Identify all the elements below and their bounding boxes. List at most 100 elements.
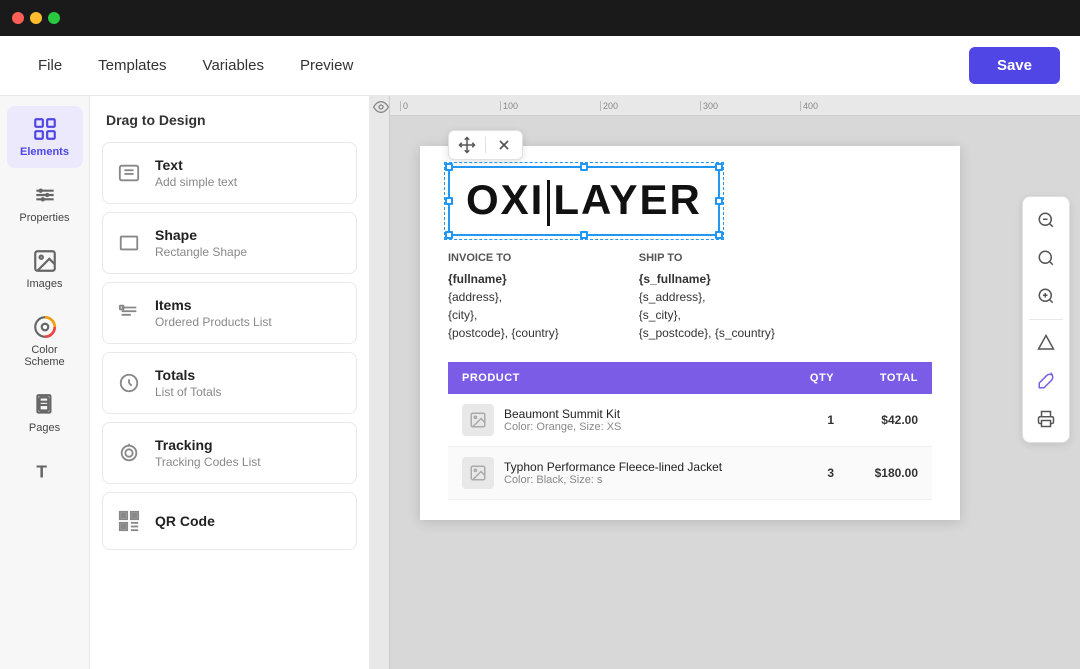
handle-bm[interactable] — [580, 231, 588, 239]
tracking-element-icon — [115, 439, 143, 467]
sidebar-item-text-extra[interactable]: T — [7, 448, 83, 494]
ruler-mark-0: 0 — [400, 101, 500, 111]
col-total: TOTAL — [848, 362, 932, 394]
sidebar-label-properties: Properties — [19, 212, 69, 224]
handle-ml[interactable] — [445, 197, 453, 205]
invoice-to-block: INVOICE TO {fullname} {address}, {city},… — [448, 252, 559, 342]
zoom-out-button[interactable] — [1029, 203, 1063, 237]
element-card-totals[interactable]: Totals List of Totals — [102, 352, 357, 414]
sidebar-label-elements: Elements — [20, 146, 69, 158]
invoice-fullname: {fullname} — [448, 270, 559, 288]
save-button[interactable]: Save — [969, 47, 1060, 84]
sidebar-label-images: Images — [26, 278, 62, 290]
elements-icon — [32, 116, 58, 142]
nav-variables[interactable]: Variables — [185, 49, 282, 82]
text-element-name: Text — [155, 157, 237, 173]
zoom-fit-button[interactable] — [1029, 241, 1063, 275]
zoom-in-button[interactable] — [1029, 279, 1063, 313]
element-toolbar — [448, 130, 523, 160]
invoice-address: {address}, — [448, 288, 559, 306]
totals-element-icon — [115, 369, 143, 397]
right-toolbar — [1022, 196, 1070, 443]
sidebar-item-color-scheme[interactable]: Color Scheme — [7, 304, 83, 378]
handle-tr[interactable] — [715, 163, 723, 171]
handle-tl[interactable] — [445, 163, 453, 171]
qrcode-element-icon — [115, 507, 143, 535]
ruler-top: 0 100 200 300 400 — [390, 96, 1080, 116]
col-qty: QTY — [787, 362, 848, 394]
ruler-marks: 0 100 200 300 400 — [390, 101, 900, 111]
product-sub-1: Color: Orange, Size: XS — [504, 421, 621, 433]
sidebar-item-elements[interactable]: Elements — [7, 106, 83, 168]
sidebar-label-pages: Pages — [29, 422, 60, 434]
traffic-light-yellow[interactable] — [30, 12, 42, 24]
printer-button[interactable] — [1029, 402, 1063, 436]
canvas-area[interactable]: 0 100 200 300 400 200 300 — [370, 96, 1080, 669]
table-row: Beaumont Summit Kit Color: Orange, Size:… — [448, 394, 932, 447]
rt-separator — [1029, 319, 1063, 320]
invoice-postcode: {postcode}, {country} — [448, 324, 559, 342]
triangle-button[interactable] — [1029, 326, 1063, 360]
toolbar-sep — [485, 137, 486, 153]
close-icon[interactable] — [494, 135, 514, 155]
qty-2: 3 — [787, 446, 848, 499]
element-card-qrcode[interactable]: QR Code — [102, 492, 357, 550]
tracking-element-info: Tracking Tracking Codes List — [155, 437, 261, 469]
sidebar-item-pages[interactable]: Pages — [7, 382, 83, 444]
qrcode-element-name: QR Code — [155, 513, 215, 529]
nav-preview[interactable]: Preview — [282, 49, 371, 82]
table-row: Typhon Performance Fleece-lined Jacket C… — [448, 446, 932, 499]
items-element-info: Items Ordered Products List — [155, 297, 272, 329]
top-nav: File Templates Variables Preview Save — [0, 36, 1080, 96]
body-layout: Elements Properties — [0, 96, 1080, 669]
element-card-text[interactable]: Text Add simple text — [102, 142, 357, 204]
pages-icon — [32, 392, 58, 418]
tracking-element-name: Tracking — [155, 437, 261, 453]
col-product: PRODUCT — [448, 362, 787, 394]
document: OXILAYER INVOICE TO {fullname} {address}… — [420, 146, 960, 520]
logo-box[interactable]: OXILAYER — [448, 166, 720, 236]
qty-1: 1 — [787, 394, 848, 447]
totals-element-info: Totals List of Totals — [155, 367, 221, 399]
element-card-items[interactable]: Items Ordered Products List — [102, 282, 357, 344]
items-element-icon — [115, 299, 143, 327]
nav-templates[interactable]: Templates — [80, 49, 184, 82]
paint-button[interactable] — [1029, 364, 1063, 398]
logo-text: OXILAYER — [466, 176, 702, 223]
move-icon[interactable] — [457, 135, 477, 155]
sidebar-item-properties[interactable]: Properties — [7, 172, 83, 234]
totals-element-sub: List of Totals — [155, 385, 221, 399]
icon-sidebar: Elements Properties — [0, 96, 90, 669]
ship-postcode: {s_postcode}, {s_country} — [639, 324, 775, 342]
text-element-icon — [115, 159, 143, 187]
element-card-tracking[interactable]: Tracking Tracking Codes List — [102, 422, 357, 484]
product-cell-1: Beaumont Summit Kit Color: Orange, Size:… — [448, 394, 787, 447]
traffic-light-red[interactable] — [12, 12, 24, 24]
sidebar-item-images[interactable]: Images — [7, 238, 83, 300]
handle-br[interactable] — [715, 231, 723, 239]
handle-tm[interactable] — [580, 163, 588, 171]
ruler-mark-100: 100 — [500, 101, 600, 111]
tracking-element-sub: Tracking Codes List — [155, 455, 261, 469]
eye-icon[interactable] — [372, 98, 390, 116]
product-name-2: Typhon Performance Fleece-lined Jacket — [504, 460, 722, 474]
total-1: $42.00 — [848, 394, 932, 447]
product-img-1 — [462, 404, 494, 436]
element-card-shape[interactable]: Shape Rectangle Shape — [102, 212, 357, 274]
qrcode-element-info: QR Code — [155, 513, 215, 529]
images-icon — [32, 248, 58, 274]
color-scheme-icon — [32, 314, 58, 340]
nav-file[interactable]: File — [20, 49, 80, 82]
elements-panel: Drag to Design Text Add simple text — [90, 96, 370, 669]
panel-title: Drag to Design — [102, 112, 357, 128]
ruler-mark-300: 300 — [700, 101, 800, 111]
total-2: $180.00 — [848, 446, 932, 499]
handle-bl[interactable] — [445, 231, 453, 239]
product-name-1: Beaumont Summit Kit — [504, 407, 621, 421]
text-element-info: Text Add simple text — [155, 157, 237, 189]
ship-fullname: {s_fullname} — [639, 270, 775, 288]
product-sub-2: Color: Black, Size: s — [504, 474, 722, 486]
traffic-light-green[interactable] — [48, 12, 60, 24]
handle-mr[interactable] — [715, 197, 723, 205]
selected-logo-wrapper[interactable]: OXILAYER — [448, 166, 720, 236]
